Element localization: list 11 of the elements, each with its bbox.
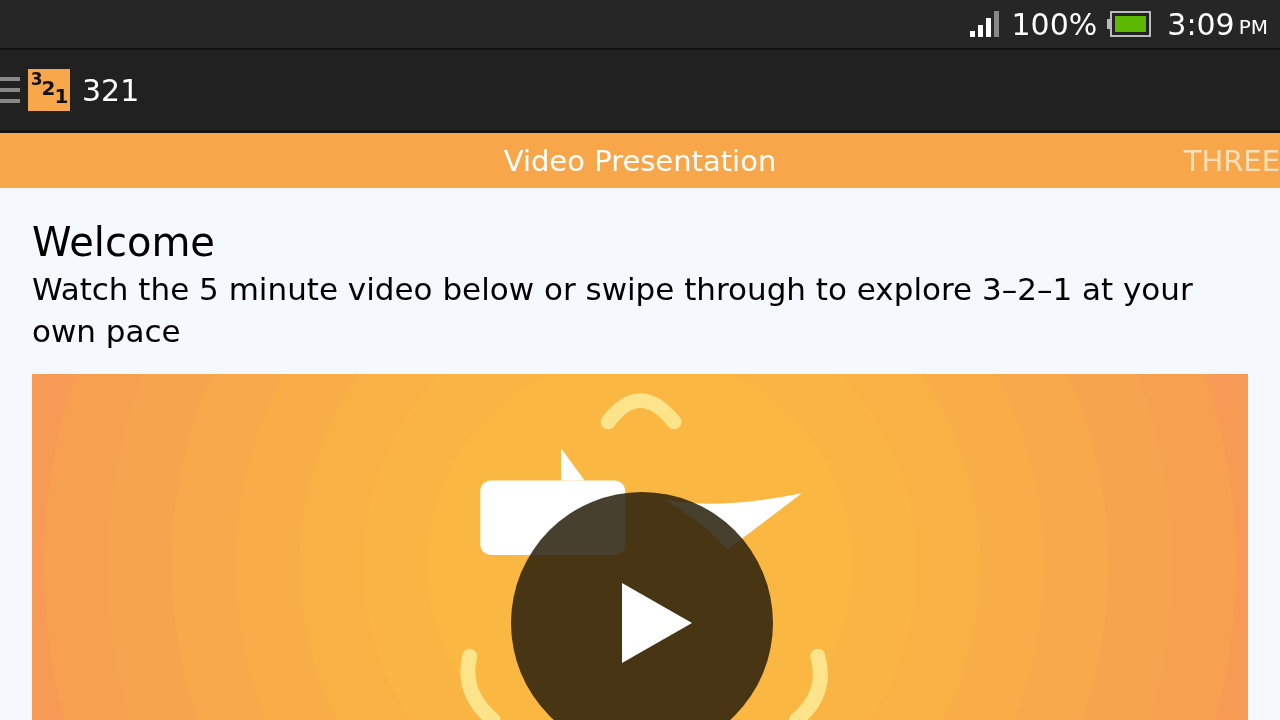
clock-meridiem: PM bbox=[1238, 14, 1268, 39]
tab[interactable]: Video Presentation bbox=[503, 143, 777, 178]
tab[interactable]: THREE bbox=[1183, 143, 1280, 178]
battery-percent: 100% bbox=[1011, 6, 1098, 42]
app-title: 321 bbox=[82, 72, 140, 108]
clock-time: 3:09 bbox=[1167, 6, 1235, 42]
battery-icon bbox=[1107, 11, 1152, 37]
signal-icon bbox=[969, 11, 1002, 37]
welcome-heading: Welcome bbox=[32, 218, 216, 267]
intro-text: Watch the 5 minute video below or swipe through to explore 3–2–1 at your own pace bbox=[32, 270, 1194, 351]
menu-icon[interactable] bbox=[0, 75, 20, 105]
